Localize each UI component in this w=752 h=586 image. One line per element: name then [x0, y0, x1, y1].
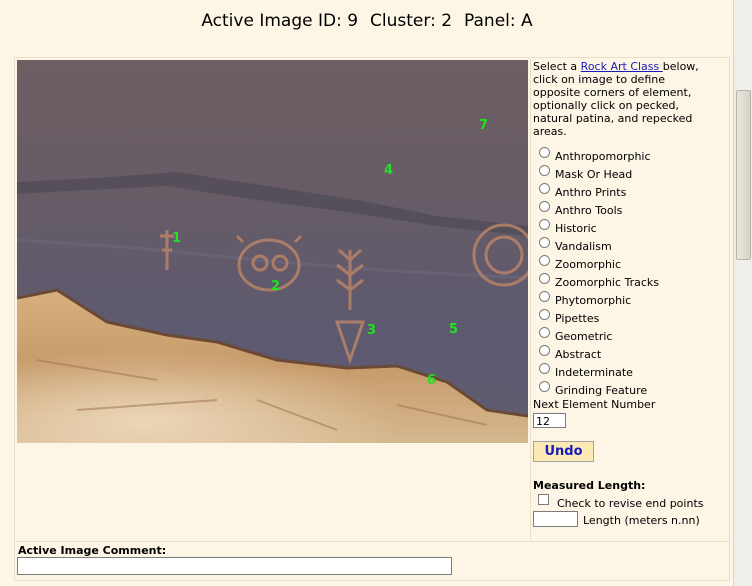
radio-button[interactable] — [539, 327, 550, 338]
class-option[interactable]: Zoomorphic Tracks — [533, 272, 728, 290]
class-option[interactable]: Phytomorphic — [533, 290, 728, 308]
class-option[interactable]: Mask Or Head — [533, 164, 728, 182]
rock-art-image[interactable]: 1 2 3 4 5 6 7 — [17, 60, 528, 443]
class-option-label: Zoomorphic Tracks — [555, 276, 660, 289]
radio-button[interactable] — [539, 309, 550, 320]
measured-length-title: Measured Length: — [533, 479, 646, 492]
radio-button[interactable] — [539, 363, 550, 374]
scrollbar-thumb[interactable] — [736, 90, 751, 260]
revise-endpoints-label: Check to revise end points — [557, 497, 704, 510]
class-option-label: Mask Or Head — [555, 168, 633, 181]
class-option-label: Zoomorphic — [555, 258, 622, 271]
class-option-label: Geometric — [555, 330, 613, 343]
class-option-label: Grinding Feature — [555, 384, 648, 397]
image-id-label: Active Image ID: 9 — [201, 11, 359, 31]
element-marker-3: 3 — [367, 323, 376, 338]
radio-button[interactable] — [539, 201, 550, 212]
class-option-label: Anthro Prints — [555, 186, 627, 199]
radio-button[interactable] — [539, 273, 550, 284]
classification-panel: Select a Rock Art Class below, click on … — [533, 60, 728, 398]
class-radio-list: Anthropomorphic Mask Or Head Anthro Prin… — [533, 146, 728, 398]
class-option[interactable]: Vandalism — [533, 236, 728, 254]
class-option-label: Phytomorphic — [555, 294, 632, 307]
next-element-label: Next Element Number — [533, 398, 656, 411]
class-option-label: Anthropomorphic — [555, 150, 651, 163]
rock-art-class-link[interactable]: Rock Art Class — [581, 60, 663, 73]
class-option-label: Vandalism — [555, 240, 612, 253]
class-option-label: Abstract — [555, 348, 602, 361]
element-marker-2: 2 — [271, 279, 280, 294]
class-option[interactable]: Grinding Feature — [533, 380, 728, 398]
radio-button[interactable] — [539, 165, 550, 176]
undo-button[interactable]: Undo — [533, 441, 594, 462]
element-marker-5: 5 — [449, 322, 458, 337]
class-option[interactable]: Indeterminate — [533, 362, 728, 380]
radio-button[interactable] — [539, 183, 550, 194]
class-option-label: Anthro Tools — [555, 204, 623, 217]
class-option[interactable]: Historic — [533, 218, 728, 236]
revise-endpoints-checkbox[interactable] — [538, 494, 549, 505]
element-marker-4: 4 — [384, 163, 393, 178]
radio-button[interactable] — [539, 291, 550, 302]
length-input[interactable] — [533, 511, 578, 527]
class-option[interactable]: Anthro Prints — [533, 182, 728, 200]
class-option[interactable]: Anthro Tools — [533, 200, 728, 218]
class-option[interactable]: Geometric — [533, 326, 728, 344]
panel-label: Panel: A — [464, 11, 533, 31]
length-label: Length (meters n.nn) — [583, 514, 700, 527]
radio-button[interactable] — [539, 345, 550, 356]
class-option-label: Pipettes — [555, 312, 600, 325]
instructions-before: Select a — [533, 60, 581, 73]
next-element-input[interactable]: 12 — [533, 413, 566, 428]
radio-button[interactable] — [539, 237, 550, 248]
element-marker-6: 6 — [427, 373, 436, 388]
class-option-label: Indeterminate — [555, 366, 633, 379]
radio-button[interactable] — [539, 255, 550, 266]
element-marker-7: 7 — [479, 118, 488, 133]
comment-label: Active Image Comment: — [18, 544, 167, 557]
cluster-label: Cluster: 2 — [370, 11, 453, 31]
radio-button[interactable] — [539, 219, 550, 230]
comment-input[interactable] — [17, 557, 452, 575]
radio-button[interactable] — [539, 381, 550, 392]
class-option[interactable]: Zoomorphic — [533, 254, 728, 272]
class-option-label: Historic — [555, 222, 597, 235]
instructions-text: Select a Rock Art Class below, click on … — [533, 60, 715, 138]
page-header: Active Image ID: 9 Cluster: 2 Panel: A — [0, 0, 734, 42]
class-option[interactable]: Pipettes — [533, 308, 728, 326]
radio-button[interactable] — [539, 147, 550, 158]
vertical-scrollbar[interactable] — [733, 0, 752, 586]
class-option[interactable]: Anthropomorphic — [533, 146, 728, 164]
class-option[interactable]: Abstract — [533, 344, 728, 362]
element-marker-1: 1 — [172, 231, 181, 246]
